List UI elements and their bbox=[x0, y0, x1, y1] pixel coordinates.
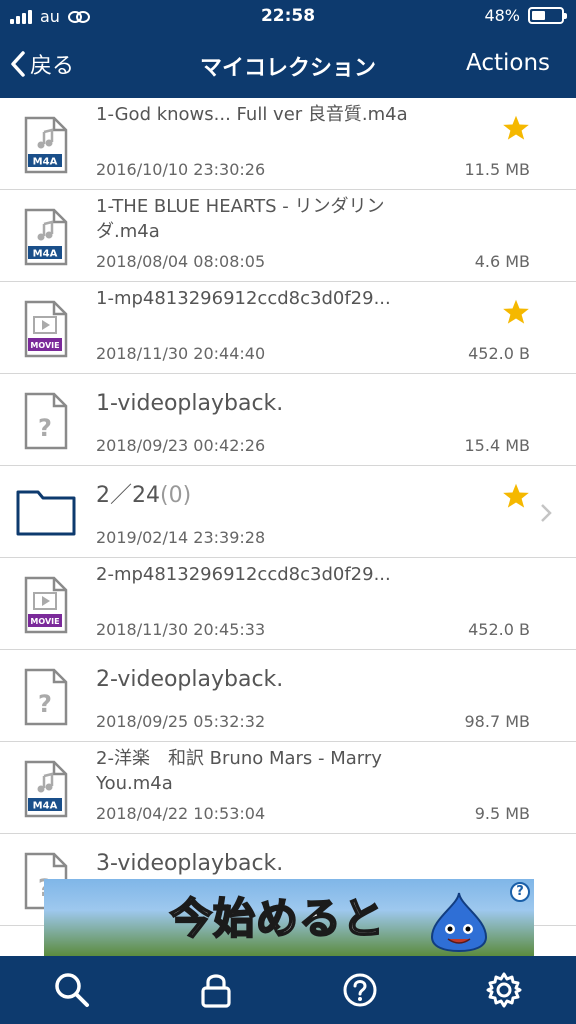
file-size: 9.5 MB bbox=[474, 804, 530, 823]
file-date: 2018/11/30 20:45:33 bbox=[96, 620, 266, 639]
file-date: 2018/09/25 05:32:32 bbox=[96, 712, 266, 731]
file-name: 2-mp4813296912ccd8c3d0f29... bbox=[96, 564, 391, 585]
svg-text:MOVIE: MOVIE bbox=[30, 617, 59, 626]
star-icon[interactable] bbox=[502, 298, 530, 326]
folder-item[interactable]: 2／24(0) 2019/02/14 23:39:28 bbox=[0, 466, 576, 558]
svg-text:MOVIE: MOVIE bbox=[30, 341, 59, 350]
ad-info-icon[interactable]: ? bbox=[510, 882, 530, 902]
unknown-file-icon: ? bbox=[24, 668, 68, 726]
star-icon[interactable] bbox=[502, 482, 530, 510]
svg-text:M4A: M4A bbox=[33, 801, 58, 812]
ad-banner[interactable]: 今始めると ? bbox=[44, 879, 534, 957]
file-date: 2018/08/04 08:08:05 bbox=[96, 252, 266, 271]
file-date: 2018/04/22 10:53:04 bbox=[96, 804, 266, 823]
chevron-right-icon bbox=[541, 504, 552, 522]
audio-file-icon: M4A bbox=[24, 116, 68, 174]
tab-lock[interactable] bbox=[186, 960, 246, 1020]
folder-name: 2／24(0) bbox=[96, 482, 426, 510]
tab-search[interactable] bbox=[42, 960, 102, 1020]
file-date: 2018/11/30 20:44:40 bbox=[96, 344, 266, 363]
lock-icon bbox=[201, 974, 231, 1008]
unknown-file-icon: ? bbox=[24, 392, 68, 450]
file-name: 1-mp4813296912ccd8c3d0f29... bbox=[96, 288, 391, 309]
svg-text:?: ? bbox=[38, 690, 52, 718]
file-name: 1-God knows... Full ver 良音質.m4a bbox=[96, 104, 408, 125]
file-size: 452.0 B bbox=[468, 620, 530, 639]
list-item[interactable]: M4A 2-洋楽 和訳 Bruno Mars - Marry You.m4a 2… bbox=[0, 742, 576, 834]
ad-text: 今始めると bbox=[169, 893, 386, 944]
file-size: 98.7 MB bbox=[464, 712, 531, 731]
audio-file-icon: M4A bbox=[24, 208, 68, 266]
battery-percent: 48% bbox=[484, 6, 520, 25]
tab-help[interactable] bbox=[330, 960, 390, 1020]
folder-count: (0) bbox=[160, 483, 192, 508]
svg-text:M4A: M4A bbox=[33, 157, 58, 168]
file-size: 4.6 MB bbox=[474, 252, 530, 271]
file-list: M4A 1-God knows... Full ver 良音質.m4a 2016… bbox=[0, 98, 576, 956]
file-size: 11.5 MB bbox=[464, 160, 531, 179]
star-icon[interactable] bbox=[502, 114, 530, 142]
file-name: 1-videoplayback. bbox=[96, 391, 284, 416]
list-item[interactable]: MOVIE 2-mp4813296912ccd8c3d0f29... 2018/… bbox=[0, 558, 576, 650]
file-name: 2-洋楽 和訳 Bruno Mars - Marry You.m4a bbox=[96, 748, 382, 794]
nav-bar: 戻る マイコレクション Actions bbox=[0, 36, 576, 98]
folder-icon bbox=[16, 490, 76, 536]
tab-settings[interactable] bbox=[474, 960, 534, 1020]
help-icon bbox=[343, 973, 377, 1007]
folder-title: 2／24 bbox=[96, 483, 160, 508]
list-item[interactable]: ? 1-videoplayback. 2018/09/23 00:42:26 1… bbox=[0, 374, 576, 466]
audio-file-icon: M4A bbox=[24, 760, 68, 818]
tab-bar bbox=[0, 956, 576, 1024]
file-size: 15.4 MB bbox=[464, 436, 531, 455]
top-bar: au 22:58 48% 戻る マイコレクション Actions bbox=[0, 0, 576, 98]
status-bar: au 22:58 48% bbox=[0, 0, 576, 36]
search-icon bbox=[55, 973, 89, 1007]
movie-file-icon: MOVIE bbox=[24, 576, 68, 634]
list-item[interactable]: M4A 1-THE BLUE HEARTS - リンダリンダ.m4a 2018/… bbox=[0, 190, 576, 282]
movie-file-icon: MOVIE bbox=[24, 300, 68, 358]
folder-date: 2019/02/14 23:39:28 bbox=[96, 528, 266, 547]
file-name: 3-videoplayback. bbox=[96, 851, 284, 876]
file-date: 2018/09/23 00:42:26 bbox=[96, 436, 266, 455]
list-item[interactable]: ? 2-videoplayback. 2018/09/25 05:32:32 9… bbox=[0, 650, 576, 742]
gear-icon bbox=[486, 972, 522, 1008]
battery-icon bbox=[528, 7, 567, 24]
file-name: 2-videoplayback. bbox=[96, 667, 284, 692]
slime-icon bbox=[430, 892, 488, 953]
file-date: 2016/10/10 23:30:26 bbox=[96, 160, 266, 179]
list-item[interactable]: M4A 1-God knows... Full ver 良音質.m4a 2016… bbox=[0, 98, 576, 190]
file-size: 452.0 B bbox=[468, 344, 530, 363]
svg-text:M4A: M4A bbox=[33, 249, 58, 260]
svg-text:?: ? bbox=[38, 414, 52, 442]
list-item[interactable]: MOVIE 1-mp4813296912ccd8c3d0f29... 2018/… bbox=[0, 282, 576, 374]
actions-button[interactable]: Actions bbox=[466, 50, 550, 76]
file-name: 1-THE BLUE HEARTS - リンダリンダ.m4a bbox=[96, 196, 385, 242]
